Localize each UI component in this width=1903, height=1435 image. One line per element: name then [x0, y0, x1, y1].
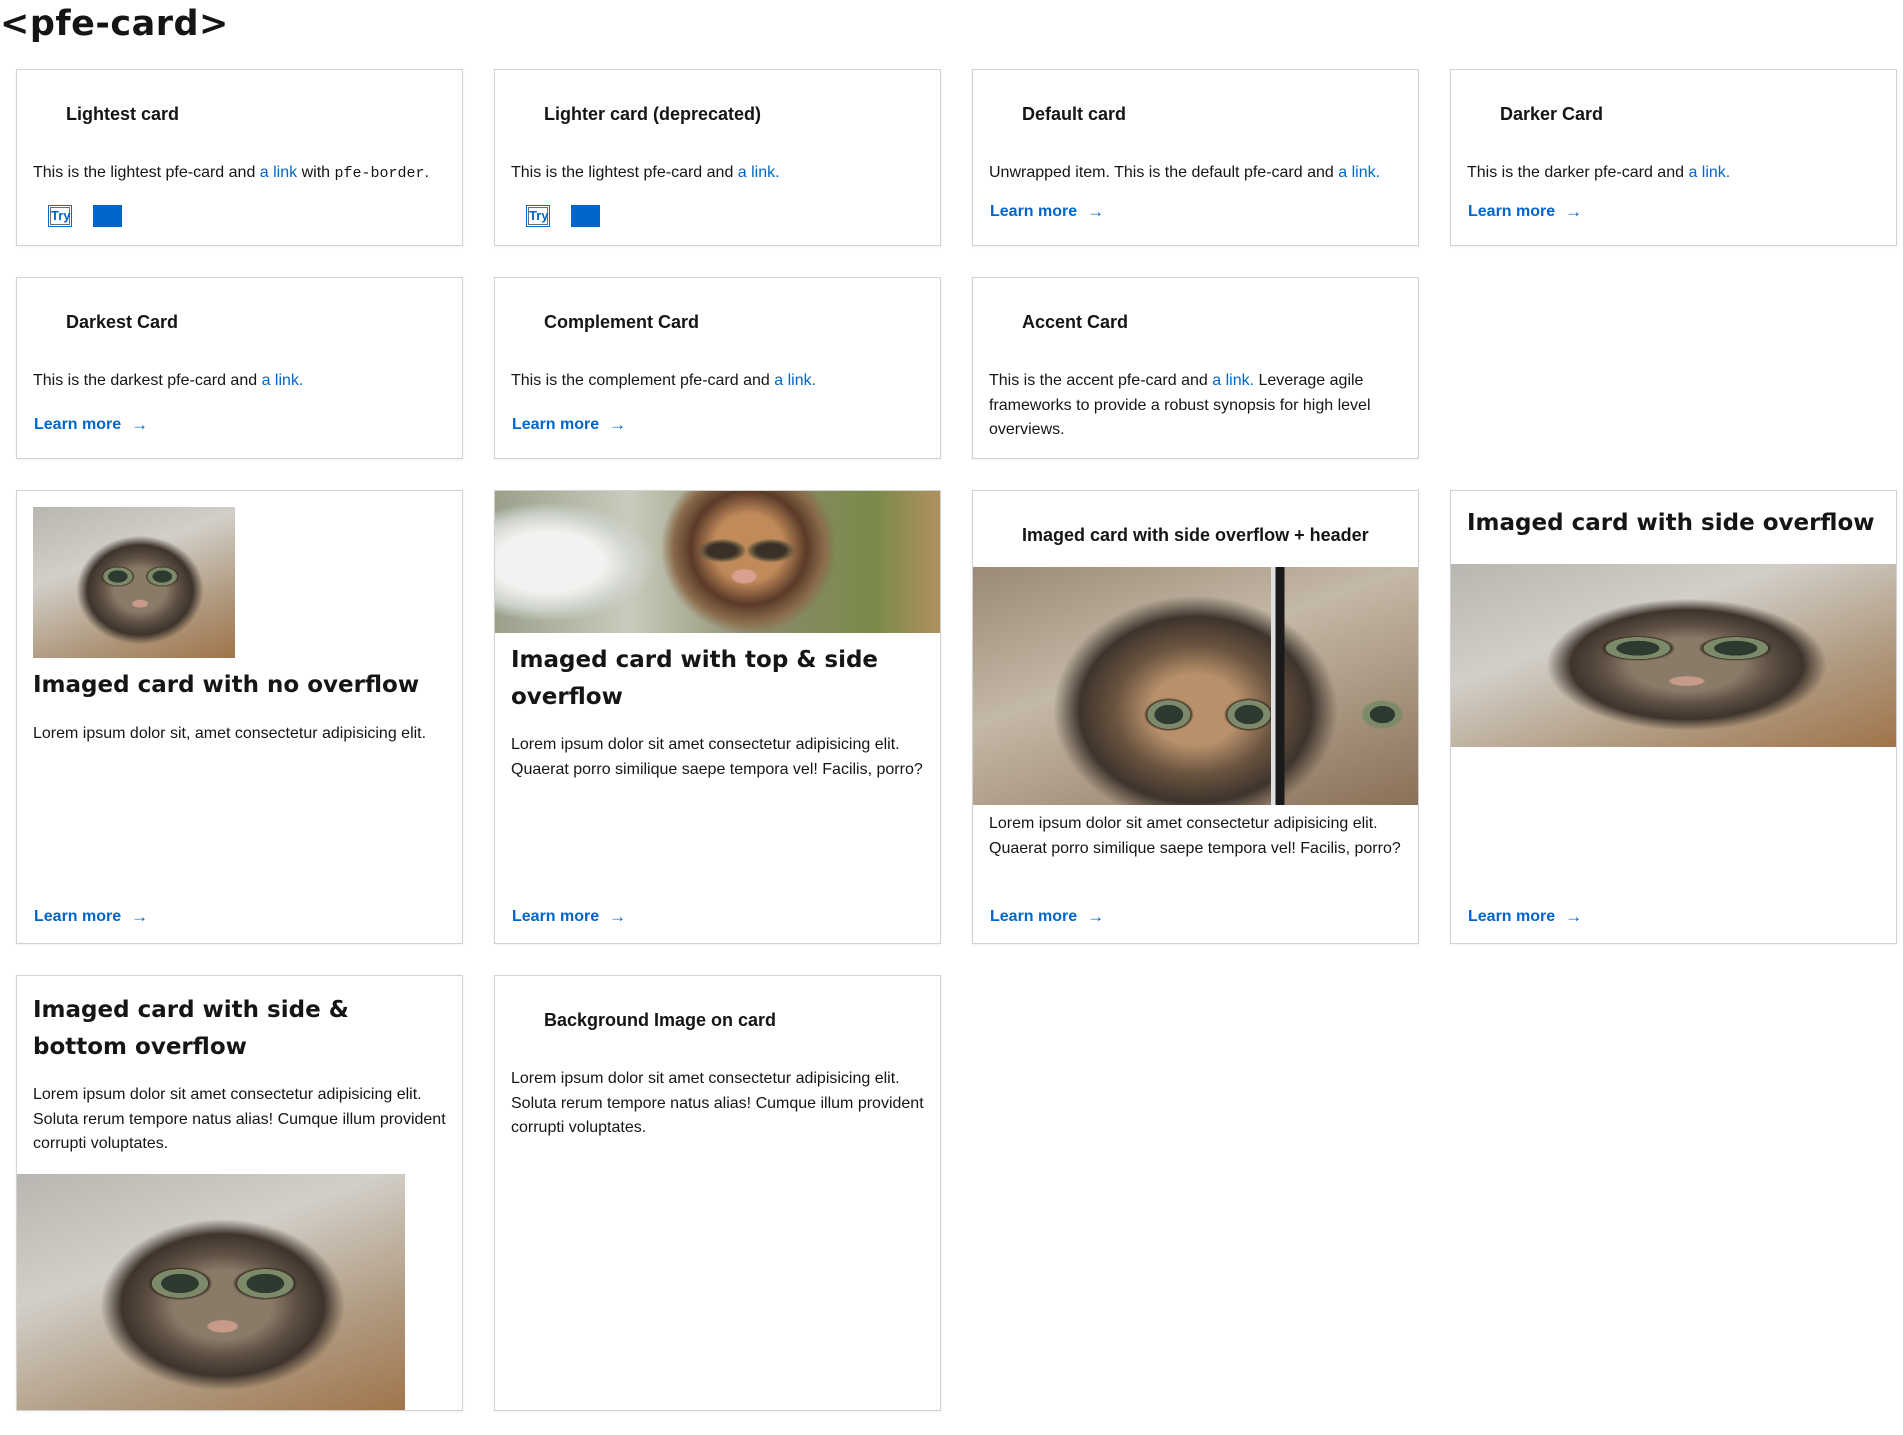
card-imaged-side: Imaged card with side overflow Learn mor… [1450, 490, 1897, 944]
blue-swatch [93, 205, 122, 227]
card-lightest: Lightest card This is the lightest pfe-c… [16, 69, 463, 246]
card-title: Imaged card with top & side overflow [511, 647, 879, 710]
arrow-right-icon: → [1565, 202, 1583, 221]
card-background-image: Background Image on card Lorem ipsum dol… [494, 975, 941, 1411]
card-header: Darkest Card [66, 312, 179, 332]
learn-more-link[interactable]: Learn more → [990, 202, 1104, 222]
page-title: <pfe-card> [0, 4, 229, 44]
card-body: Lorem ipsum dolor sit amet consectetur a… [511, 1070, 924, 1136]
arrow-right-icon: → [131, 907, 149, 926]
card-imaged-side-header: Imaged card with side overflow + header … [972, 490, 1419, 944]
card-imaged-top-side: Imaged card with top & side overflow Lor… [494, 490, 941, 944]
inline-link[interactable]: a link. [774, 372, 816, 389]
try-button[interactable]: Try [526, 205, 550, 227]
card-body: Lorem ipsum dolor sit, amet consectetur … [33, 725, 427, 742]
arrow-right-icon: → [609, 415, 627, 434]
kitten-image [1451, 564, 1896, 747]
inline-link[interactable]: a link. [738, 164, 780, 181]
learn-more-link[interactable]: Learn more → [1468, 202, 1582, 222]
inline-link[interactable]: a link [260, 164, 297, 181]
card-header: Imaged card with side overflow + header [1022, 525, 1369, 545]
card-body: Lorem ipsum dolor sit amet consectetur a… [33, 1086, 446, 1152]
card-lighter: Lighter card (deprecated) This is the li… [494, 69, 941, 246]
inline-link[interactable]: a link. [1688, 164, 1730, 181]
card-imaged-side-bottom: Imaged card with side & bottom overflow … [16, 975, 463, 1411]
card-title: Imaged card with side overflow [1467, 510, 1875, 536]
learn-more-link[interactable]: Learn more → [1468, 907, 1582, 927]
card-body: Lorem ipsum dolor sit amet consectetur a… [989, 815, 1401, 857]
kitten-image [973, 567, 1418, 805]
learn-more-link[interactable]: Learn more → [34, 907, 148, 927]
inline-link[interactable]: a link. [1338, 164, 1380, 181]
card-accent: Accent Card This is the accent pfe-card … [972, 277, 1419, 459]
card-body: This is the darkest pfe-card and a link. [33, 372, 304, 389]
card-header: Complement Card [544, 312, 700, 332]
card-title: Imaged card with no overflow [33, 672, 420, 698]
arrow-right-icon: → [609, 907, 627, 926]
arrow-right-icon: → [1087, 202, 1105, 221]
card-body: This is the complement pfe-card and a li… [511, 372, 817, 389]
learn-more-link[interactable]: Learn more → [990, 907, 1104, 927]
arrow-right-icon: → [1565, 907, 1583, 926]
card-header: Lighter card (deprecated) [544, 104, 762, 124]
card-body: Lorem ipsum dolor sit amet consectetur a… [511, 736, 923, 778]
card-header: Background Image on card [544, 1010, 777, 1030]
card-body: This is the lightest pfe-card and a link… [511, 164, 780, 181]
arrow-right-icon: → [1087, 907, 1105, 926]
card-darker: Darker Card This is the darker pfe-card … [1450, 69, 1897, 246]
card-body: This is the darker pfe-card and a link. [1467, 164, 1731, 181]
inline-link[interactable]: a link. [262, 372, 304, 389]
kitten-image [17, 1174, 405, 1410]
card-header: Lightest card [66, 104, 180, 124]
card-complement: Complement Card This is the complement p… [494, 277, 941, 459]
card-header: Darker Card [1500, 104, 1604, 124]
learn-more-link[interactable]: Learn more → [34, 415, 148, 435]
card-body: This is the lightest pfe-card and a link… [33, 164, 429, 182]
try-button[interactable]: Try [48, 205, 72, 227]
arrow-right-icon: → [131, 415, 149, 434]
card-header: Default card [1022, 104, 1127, 124]
card-body: This is the accent pfe-card and a link. … [989, 372, 1371, 438]
inline-link[interactable]: a link. [1212, 372, 1254, 389]
card-body: Unwrapped item. This is the default pfe-… [989, 164, 1381, 181]
card-darkest: Darkest Card This is the darkest pfe-car… [16, 277, 463, 459]
learn-more-link[interactable]: Learn more → [512, 907, 626, 927]
blue-swatch [571, 205, 600, 227]
card-default: Default card Unwrapped item. This is the… [972, 69, 1419, 246]
card-title: Imaged card with side & bottom overflow [33, 997, 349, 1060]
card-imaged-no-overflow: Imaged card with no overflow Lorem ipsum… [16, 490, 463, 944]
card-header: Accent Card [1022, 312, 1129, 332]
code-snippet: pfe-border [334, 165, 425, 182]
kitten-image [33, 507, 235, 658]
learn-more-link[interactable]: Learn more → [512, 415, 626, 435]
kitten-image [495, 491, 940, 633]
